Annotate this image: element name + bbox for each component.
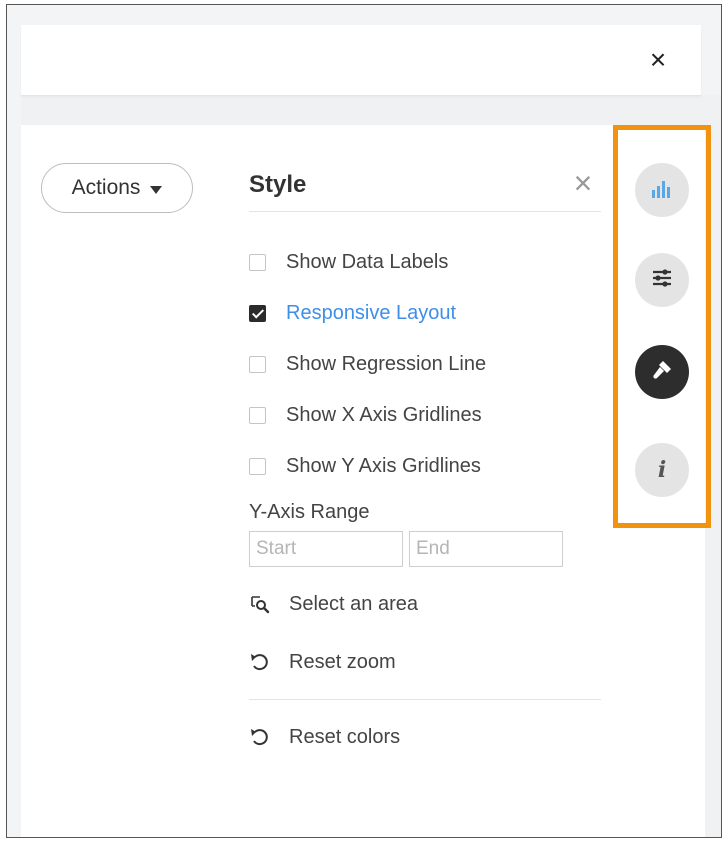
checkbox[interactable] [249, 355, 266, 373]
style-panel: Style × Show Data Labels Responsive Layo… [225, 125, 620, 837]
actions-divider [249, 699, 601, 700]
y-axis-range-label: Y-Axis Range [249, 501, 370, 523]
option-label: Show Regression Line [286, 352, 487, 375]
option-label: Show Y Axis Gridlines [286, 454, 481, 477]
y-axis-end-input[interactable] [409, 531, 563, 567]
zoom-select-icon [249, 593, 271, 615]
top-bar: × [21, 25, 701, 96]
toolbar-highlight [613, 125, 711, 528]
screenshot-frame: × Actions Style × Show Data Labels Respo… [6, 4, 722, 838]
checkbox[interactable] [249, 253, 266, 271]
reset-icon [249, 651, 271, 673]
reset-zoom-label: Reset zoom [289, 650, 396, 673]
option-show-y-axis-gridlines[interactable]: Show Y Axis Gridlines [249, 451, 481, 481]
chart-area: Actions [21, 125, 226, 837]
option-show-x-axis-gridlines[interactable]: Show X Axis Gridlines [249, 400, 482, 430]
option-label: Responsive Layout [286, 301, 457, 324]
actions-label: Actions [71, 176, 141, 199]
reset-colors-label: Reset colors [289, 725, 401, 748]
option-show-regression-line[interactable]: Show Regression Line [249, 349, 486, 379]
option-show-data-labels[interactable]: Show Data Labels [249, 247, 448, 277]
y-axis-start-input[interactable] [249, 531, 403, 567]
reset-colors-button[interactable]: Reset colors [249, 722, 400, 752]
panel-header-divider [249, 211, 601, 212]
checkbox[interactable] [249, 457, 266, 475]
reset-zoom-button[interactable]: Reset zoom [249, 647, 396, 677]
actions-dropdown-button[interactable]: Actions [41, 163, 193, 213]
option-label: Show X Axis Gridlines [286, 403, 482, 426]
select-area-label: Select an area [289, 592, 418, 615]
panel-title: Style [249, 171, 307, 198]
close-window-button[interactable]: × [645, 46, 671, 74]
close-panel-button[interactable]: × [569, 167, 597, 199]
option-label: Show Data Labels [286, 250, 449, 273]
header-divider-strip [21, 95, 721, 125]
option-responsive-layout[interactable]: Responsive Layout [249, 298, 456, 328]
chevron-down-icon [150, 186, 163, 194]
reset-icon [249, 726, 271, 748]
select-area-button[interactable]: Select an area [249, 589, 418, 619]
checkbox[interactable] [249, 406, 266, 424]
checkbox-checked[interactable] [249, 304, 266, 322]
